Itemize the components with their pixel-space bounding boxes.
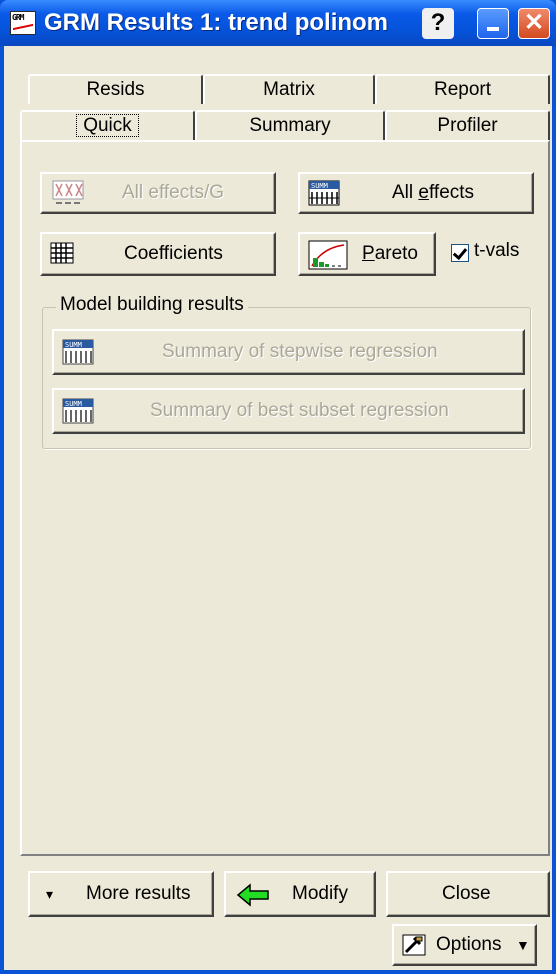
pareto-label: Pareto — [362, 243, 418, 264]
modify-label: Modify — [292, 883, 348, 904]
tab-profiler[interactable]: Profiler — [385, 110, 550, 140]
coefficients-button[interactable]: Coefficients — [40, 232, 276, 276]
tab-summary[interactable]: Summary — [195, 110, 385, 140]
more-results-label: More results — [86, 883, 191, 904]
svg-text:SUMM: SUMM — [65, 341, 82, 349]
t-vals-checkbox[interactable] — [451, 244, 469, 262]
pareto-chart-icon — [308, 240, 348, 270]
svg-text:SUMM: SUMM — [65, 400, 82, 408]
effects-graph-icon — [52, 180, 84, 204]
all-effects-label: All e ffects — [392, 182, 475, 203]
grm-app-icon: GRM — [10, 11, 36, 35]
summary-table-icon: SUMM — [308, 180, 340, 206]
model-building-title: Model building results — [56, 294, 248, 316]
double-chevron-down-icon: ▾ — [46, 885, 54, 902]
close-window-button[interactable]: ✕ — [518, 8, 550, 39]
t-vals-label: t-vals — [474, 240, 520, 261]
title-bar[interactable]: GRM GRM Results 1: trend polinom ? ✕ — [0, 0, 556, 46]
stepwise-label: Summary of stepwise regression — [162, 341, 438, 362]
best-subset-summary-button[interactable]: SUMM Summary of best subset regression — [52, 388, 525, 434]
coefficients-label: Coefficients — [124, 243, 223, 264]
tab-resids[interactable]: Resids — [28, 74, 203, 104]
options-tool-icon — [402, 934, 426, 956]
svg-text:SUMM: SUMM — [311, 182, 328, 190]
stepwise-summary-button[interactable]: SUMM Summary of stepwise regression — [52, 329, 525, 375]
window-title: GRM Results 1: trend polinom — [44, 9, 389, 36]
tab-matrix[interactable]: Matrix — [203, 74, 375, 104]
minimize-button[interactable] — [477, 8, 509, 39]
close-label: Close — [442, 883, 491, 904]
pareto-button[interactable]: Pareto — [298, 232, 436, 276]
options-label: Options — [436, 934, 502, 955]
all-effects-graph-button[interactable]: All effects/G — [40, 172, 276, 214]
modify-button[interactable]: Modify — [224, 871, 376, 917]
green-left-arrow-icon — [236, 883, 269, 907]
minimize-icon — [487, 27, 499, 31]
all-effects-button[interactable]: SUMM All e ffects — [298, 172, 534, 214]
tab-quick[interactable]: Quick — [20, 110, 195, 140]
dropdown-arrow-icon: ▼ — [516, 937, 530, 953]
summary-table-icon: SUMM — [62, 398, 94, 424]
tab-report[interactable]: Report — [375, 74, 550, 104]
coefficients-grid-icon — [50, 242, 74, 264]
help-button[interactable]: ? — [422, 8, 454, 39]
close-button[interactable]: Close — [386, 871, 550, 917]
summary-table-icon: SUMM — [62, 339, 94, 365]
more-results-button[interactable]: ▾ More results — [28, 871, 214, 917]
best-subset-label: Summary of best subset regression — [150, 400, 449, 421]
results-window: GRM GRM Results 1: trend polinom ? ✕ Res… — [0, 0, 556, 974]
all-effects-g-label: All effects/G — [122, 182, 225, 203]
options-button[interactable]: Options ▼ — [392, 924, 537, 966]
